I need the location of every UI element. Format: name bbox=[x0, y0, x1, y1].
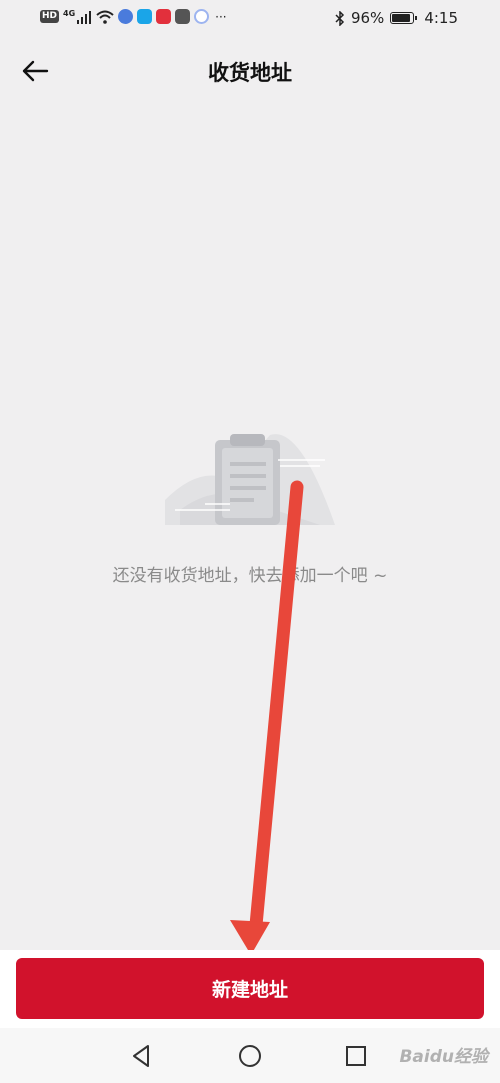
bottom-action-bar: 新建地址 bbox=[0, 950, 500, 1028]
shield-app-icon bbox=[175, 9, 191, 24]
baidu-watermark: Baidu经验 bbox=[399, 1047, 488, 1067]
battery-percent: 96% bbox=[350, 9, 385, 27]
search-app-icon bbox=[137, 9, 153, 24]
triangle-back-icon bbox=[133, 1045, 149, 1067]
system-home-button[interactable] bbox=[236, 1042, 264, 1070]
square-recents-icon bbox=[346, 1046, 366, 1066]
system-nav-bar: Baidu经验 bbox=[0, 1028, 500, 1083]
more-notifications: ··· bbox=[215, 9, 227, 24]
annotation-arrow bbox=[230, 480, 304, 955]
page-title: 收货地址 bbox=[208, 61, 292, 85]
network-type-label: 4G bbox=[63, 9, 76, 18]
status-bar-right: 96% 4:15 bbox=[335, 9, 458, 27]
nav-header: 收货地址 bbox=[0, 38, 500, 104]
circle-home-icon bbox=[239, 1045, 261, 1067]
battery-icon bbox=[390, 12, 418, 24]
new-address-button[interactable]: 新建地址 bbox=[16, 958, 484, 1019]
system-recents-button[interactable] bbox=[342, 1042, 370, 1070]
battery-fill bbox=[392, 14, 411, 22]
empty-state-message: 还没有收货地址，快去添加一个吧 ~ bbox=[112, 566, 388, 586]
signal-icon bbox=[77, 10, 92, 24]
hd-icon: HD bbox=[40, 10, 60, 23]
circle-app-icon bbox=[194, 9, 210, 24]
clock: 4:15 bbox=[424, 9, 458, 27]
status-bar-left: HD 4G ··· bbox=[40, 9, 227, 24]
system-back-button[interactable] bbox=[128, 1042, 156, 1070]
music-app-icon bbox=[118, 9, 134, 24]
status-bar: HD 4G ··· 96% 4:15 bbox=[0, 0, 500, 38]
red-app-icon bbox=[156, 9, 172, 24]
clipboard-illustration bbox=[165, 434, 335, 525]
bluetooth-icon bbox=[335, 10, 345, 26]
wifi-icon bbox=[96, 10, 114, 24]
